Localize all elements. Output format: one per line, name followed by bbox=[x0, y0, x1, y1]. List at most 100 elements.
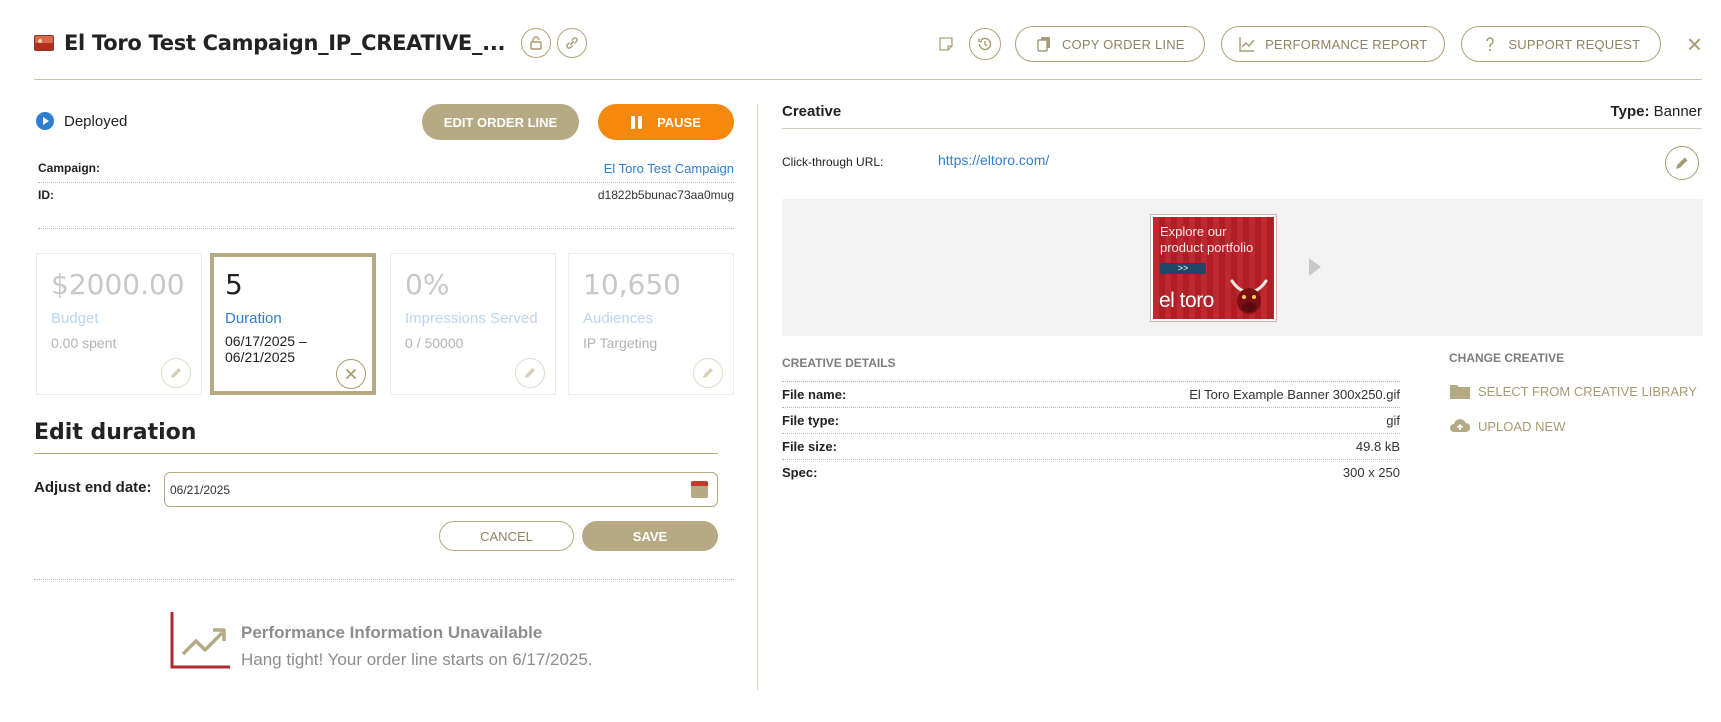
history-icon bbox=[978, 37, 992, 51]
budget-spent: 0.00 spent bbox=[51, 335, 117, 351]
file-name-value: El Toro Example Banner 300x250.gif bbox=[1189, 387, 1400, 402]
upload-new-link[interactable]: UPLOAD NEW bbox=[1449, 416, 1565, 436]
detail-row-file-name: File name: El Toro Example Banner 300x25… bbox=[782, 381, 1400, 407]
pencil-icon bbox=[171, 368, 181, 378]
close-icon[interactable]: × bbox=[1687, 31, 1702, 57]
order-line-header: El Toro Test Campaign_IP_CREATIVE_... CO… bbox=[34, 18, 1702, 80]
status-label: Deployed bbox=[64, 112, 128, 130]
end-date-input[interactable]: 06/21/2025 bbox=[164, 472, 718, 507]
link-button[interactable] bbox=[557, 28, 588, 58]
file-name-label: File name: bbox=[782, 387, 847, 402]
performance-unavailable-subtitle: Hang tight! Your order line starts on 6/… bbox=[241, 650, 593, 669]
bull-mascot-icon bbox=[1230, 279, 1268, 314]
image-icon bbox=[34, 35, 54, 51]
unlock-button[interactable] bbox=[521, 28, 552, 58]
edit-order-line-button[interactable]: EDIT ORDER LINE bbox=[422, 104, 579, 140]
spec-value: 300 x 250 bbox=[1342, 465, 1400, 480]
impressions-count: 0 / 50000 bbox=[405, 335, 464, 351]
file-size-label: File size: bbox=[782, 439, 837, 454]
save-button[interactable]: SAVE bbox=[582, 521, 718, 551]
edit-duration-underline bbox=[34, 453, 718, 454]
change-creative-heading: CHANGE CREATIVE bbox=[1449, 351, 1565, 365]
creative-heading: Creative bbox=[782, 103, 842, 120]
pause-label: PAUSE bbox=[657, 114, 701, 130]
edit-impressions-button[interactable] bbox=[515, 358, 545, 388]
section-divider bbox=[38, 228, 734, 229]
status-indicator: Deployed bbox=[36, 112, 127, 130]
creative-details-heading: CREATIVE DETAILS bbox=[782, 356, 896, 370]
sticky-note-icon[interactable] bbox=[937, 35, 955, 53]
copy-order-line-button[interactable]: COPY ORDER LINE bbox=[1014, 26, 1205, 62]
play-preview-icon[interactable] bbox=[1309, 258, 1321, 276]
impressions-card[interactable]: 0% Impressions Served 0 / 50000 bbox=[390, 253, 556, 395]
id-value: d1822b5bunac73aa0mug bbox=[597, 188, 734, 202]
adjust-end-date-label: Adjust end date: bbox=[34, 479, 152, 496]
close-duration-edit-button[interactable] bbox=[336, 359, 366, 389]
header-actions: COPY ORDER LINE PERFORMANCE REPORT SUPPO… bbox=[937, 26, 1702, 62]
banner-headline: Explore our product portfolio bbox=[1160, 224, 1254, 255]
impressions-label: Impressions Served bbox=[405, 310, 538, 327]
campaign-label: Campaign: bbox=[38, 161, 101, 175]
line-chart-icon bbox=[1239, 37, 1255, 52]
duration-label: Duration bbox=[225, 310, 282, 327]
edit-order-line-label: EDIT ORDER LINE bbox=[443, 114, 558, 130]
trend-chart-icon bbox=[170, 612, 230, 669]
impressions-value: 0% bbox=[405, 268, 450, 301]
end-date-value: 06/21/2025 bbox=[170, 482, 231, 497]
budget-card[interactable]: $2000.00 Budget 0.00 spent bbox=[36, 253, 202, 395]
edit-click-through-button[interactable] bbox=[1665, 146, 1699, 180]
campaign-row: Campaign: El Toro Test Campaign bbox=[38, 155, 734, 181]
file-size-value: 49.8 kB bbox=[1355, 439, 1400, 454]
audiences-value: 10,650 bbox=[583, 268, 681, 301]
duration-card[interactable]: 5 Duration 06/17/2025 – 06/21/2025 bbox=[210, 253, 376, 395]
audiences-card[interactable]: 10,650 Audiences IP Targeting bbox=[568, 253, 734, 395]
pencil-icon bbox=[525, 368, 535, 378]
calendar-icon[interactable] bbox=[691, 481, 708, 498]
pause-button[interactable]: PAUSE bbox=[598, 104, 734, 140]
select-from-library-link[interactable]: SELECT FROM CREATIVE LIBRARY bbox=[1449, 381, 1697, 401]
page-title: El Toro Test Campaign_IP_CREATIVE_... bbox=[64, 31, 506, 55]
banner-image: Explore our product portfolio >> el toro bbox=[1153, 217, 1274, 319]
file-type-label: File type: bbox=[782, 413, 840, 428]
creative-type: Type: Banner bbox=[1611, 103, 1702, 120]
campaign-link[interactable]: El Toro Test Campaign bbox=[604, 161, 734, 176]
title-group: El Toro Test Campaign_IP_CREATIVE_... bbox=[34, 28, 588, 58]
audiences-label: Audiences bbox=[583, 310, 654, 327]
link-icon bbox=[566, 37, 578, 49]
history-button[interactable] bbox=[968, 28, 1001, 60]
type-value: Banner bbox=[1653, 103, 1702, 120]
spec-label: Spec: bbox=[782, 465, 818, 480]
performance-report-button[interactable]: PERFORMANCE REPORT bbox=[1220, 26, 1445, 62]
creative-banner-thumbnail[interactable]: Explore our product portfolio >> el toro bbox=[1150, 214, 1277, 322]
deployed-status-icon bbox=[36, 112, 54, 130]
performance-divider bbox=[34, 579, 734, 580]
edit-audiences-button[interactable] bbox=[693, 358, 723, 388]
question-icon bbox=[1486, 37, 1495, 51]
pause-icon bbox=[631, 115, 645, 129]
creative-heading-underline bbox=[782, 128, 1702, 129]
select-from-library-label: SELECT FROM CREATIVE LIBRARY bbox=[1478, 383, 1697, 399]
banner-brand-text: el toro bbox=[1159, 289, 1214, 312]
detail-row-spec: Spec: 300 x 250 bbox=[782, 459, 1400, 485]
close-icon bbox=[346, 369, 356, 379]
support-request-label: SUPPORT REQUEST bbox=[1508, 36, 1641, 52]
duration-dates: 06/17/2025 – 06/21/2025 bbox=[225, 333, 307, 365]
column-divider bbox=[757, 104, 758, 690]
detail-row-file-size: File size: 49.8 kB bbox=[782, 433, 1400, 459]
save-label: SAVE bbox=[632, 528, 668, 544]
edit-budget-button[interactable] bbox=[161, 358, 191, 388]
performance-unavailable-title: Performance Information Unavailable bbox=[241, 623, 543, 642]
folder-icon bbox=[1450, 385, 1470, 399]
cloud-upload-icon bbox=[1450, 419, 1471, 432]
cancel-button[interactable]: CANCEL bbox=[439, 521, 574, 551]
audiences-type: IP Targeting bbox=[583, 335, 658, 351]
edit-duration-heading: Edit duration bbox=[34, 420, 197, 445]
budget-label: Budget bbox=[51, 310, 99, 327]
support-request-button[interactable]: SUPPORT REQUEST bbox=[1460, 26, 1661, 62]
copy-icon bbox=[1037, 37, 1050, 52]
click-through-url-link[interactable]: https://eltoro.com/ bbox=[938, 152, 1049, 168]
id-label: ID: bbox=[38, 188, 54, 202]
click-through-label: Click-through URL: bbox=[782, 155, 884, 169]
copy-order-line-label: COPY ORDER LINE bbox=[1061, 36, 1185, 52]
cancel-label: CANCEL bbox=[480, 528, 533, 544]
